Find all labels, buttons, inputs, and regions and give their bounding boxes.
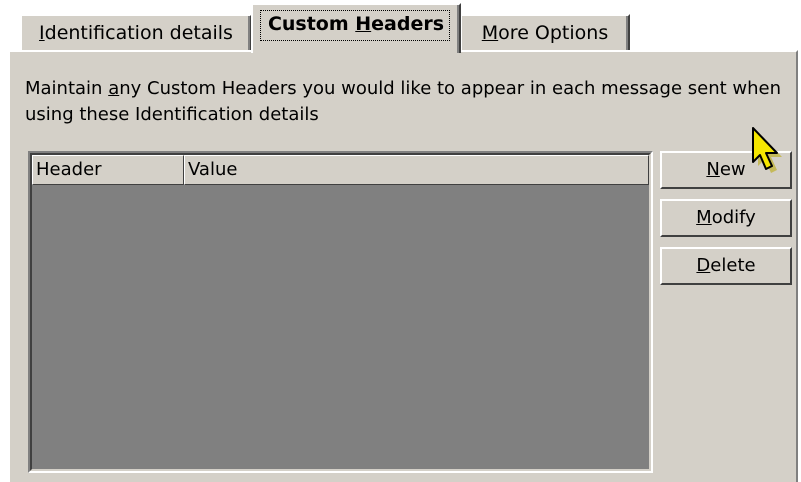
description-text: Maintain any Custom Headers you would li… — [25, 78, 782, 125]
tab-identification-details-label: Identification details — [39, 22, 233, 44]
column-header-value[interactable]: Value — [184, 155, 649, 185]
modify-button[interactable]: Modify — [660, 199, 792, 237]
tab-custom-headers[interactable]: Custom Headers — [251, 3, 461, 53]
custom-headers-list-body[interactable]: Header Value — [30, 153, 651, 471]
tab-more-options-label: More Options — [481, 22, 609, 44]
tab-identification-details[interactable]: Identification details — [20, 14, 252, 50]
cursor-pointer-icon — [752, 127, 782, 173]
tab-custom-headers-label: Custom Headers — [267, 13, 445, 35]
tab-panel-custom-headers: Maintain any Custom Headers you would li… — [8, 50, 798, 482]
tab-more-options[interactable]: More Options — [460, 14, 630, 50]
delete-button[interactable]: Delete — [660, 247, 792, 285]
column-header-header[interactable]: Header — [32, 155, 184, 185]
custom-headers-list[interactable]: Header Value — [28, 151, 653, 473]
